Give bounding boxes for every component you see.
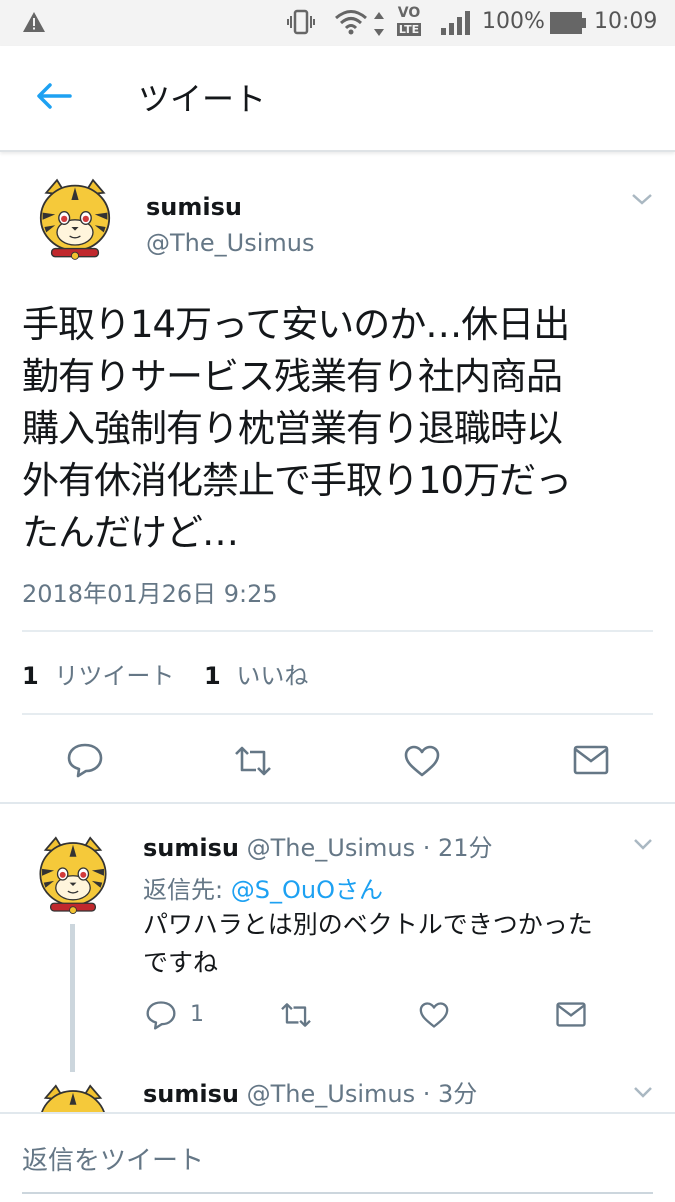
chevron-down-icon[interactable]: [630, 190, 654, 208]
thread-line: [70, 924, 75, 1072]
reply-time: · 21分: [422, 834, 493, 862]
reply-text-line: ですね: [143, 948, 219, 977]
reply-input[interactable]: 返信をツイート: [22, 1140, 204, 1177]
share-mail-icon[interactable]: [572, 744, 610, 776]
warning-icon: [23, 12, 45, 32]
reply-icon[interactable]: [145, 1000, 177, 1030]
avatar[interactable]: [30, 168, 120, 268]
like-stat[interactable]: 1 いいね: [204, 662, 308, 690]
tweet-text: 手取り14万って安いのか…休日出 勤有りサービス残業有り社内商品 購入強制有り枕…: [22, 299, 662, 559]
tweet-text-line: 購入強制有り枕営業有り退職時以: [22, 407, 563, 450]
retweet-icon[interactable]: [278, 1001, 314, 1029]
reply-text-line: パワハラとは別のベクトルできつかった: [143, 910, 593, 939]
tiger-avatar-image: [30, 826, 116, 922]
chevron-down-icon[interactable]: [632, 1084, 654, 1100]
retweet-icon[interactable]: [232, 744, 274, 778]
lte-badge: LTE: [396, 23, 422, 36]
signal-icon: [441, 11, 470, 35]
author-name[interactable]: sumisu: [146, 193, 242, 221]
like-label: いいね: [236, 662, 309, 690]
tiger-avatar-image: [30, 168, 120, 268]
reply-count: 1: [190, 1002, 204, 1027]
retweet-stat[interactable]: 1 リツイート: [22, 662, 182, 690]
reply-avatar[interactable]: [30, 1074, 116, 1112]
data-arrows-icon: [374, 12, 384, 36]
divider: [22, 630, 653, 632]
like-icon[interactable]: [403, 744, 441, 778]
tiger-avatar-image: [30, 1074, 116, 1112]
reply-time: · 3分: [422, 1080, 478, 1108]
reply-composer: 返信をツイート: [0, 1112, 675, 1202]
tweet-text-line: 勤有りサービス残業有り社内商品: [22, 355, 563, 398]
reply-icon[interactable]: [66, 742, 104, 778]
volte-label: VO: [397, 5, 421, 21]
retweet-label: リツイート: [54, 662, 175, 690]
reply-to-line: 返信先: @S_OuOさん: [143, 870, 383, 905]
clock: 10:09: [594, 9, 658, 34]
reply-text: パワハラとは別のベクトルできつかった ですね: [143, 906, 663, 982]
reply-header: sumisu @The_Usimus · 21分: [143, 828, 493, 863]
reply-header: sumisu @The_Usimus · 3分: [143, 1074, 477, 1109]
reply-author-name[interactable]: sumisu: [143, 1080, 239, 1108]
chevron-down-icon[interactable]: [632, 836, 654, 852]
back-arrow-icon[interactable]: [34, 81, 72, 111]
network-indicator: VO LTE: [392, 5, 426, 43]
reply-author-handle[interactable]: @The_Usimus: [247, 834, 415, 862]
status-bar: VO LTE 100% 10:09: [0, 0, 675, 46]
like-count: 1: [203, 662, 221, 690]
retweet-count: 1: [22, 662, 39, 690]
tweet-text-line: 手取り14万って安いのか…休日出: [22, 303, 570, 346]
battery-percentage: 100%: [482, 9, 545, 34]
app-header: ツイート: [0, 46, 675, 152]
engagement-stats: 1 リツイート 1 いいね: [22, 656, 308, 691]
like-icon[interactable]: [418, 1001, 450, 1029]
tweet-text-line: たんだけど…: [22, 511, 239, 554]
divider: [22, 713, 653, 715]
page-title: ツイート: [138, 80, 267, 118]
reply-author-name[interactable]: sumisu: [143, 834, 239, 862]
battery-icon: [550, 12, 586, 34]
reply-author-handle[interactable]: @The_Usimus: [247, 1080, 415, 1108]
reply-avatar[interactable]: [30, 826, 116, 922]
reply-to-user-link[interactable]: @S_OuOさん: [231, 876, 383, 904]
author-handle[interactable]: @The_Usimus: [146, 229, 314, 257]
wifi-icon: [335, 10, 367, 35]
tweet-text-line: 外有休消化禁止で手取り10万だっ: [22, 459, 572, 502]
vibrate-icon: [287, 9, 315, 35]
share-mail-icon[interactable]: [555, 1001, 587, 1028]
input-underline: [22, 1192, 653, 1194]
reply-to-label: 返信先:: [143, 876, 224, 904]
tweet-timestamp[interactable]: 2018年01月26日 9:25: [22, 574, 278, 609]
section-separator: [0, 802, 675, 804]
